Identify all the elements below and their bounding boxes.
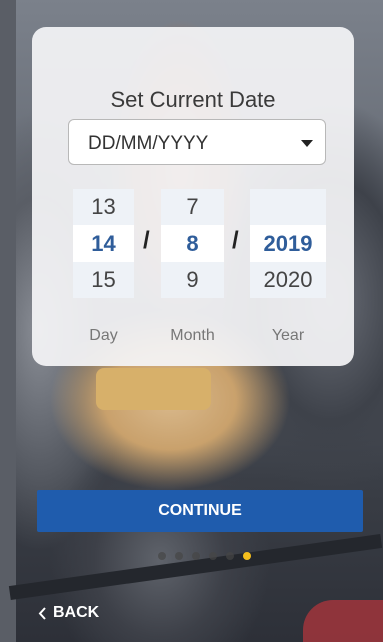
date-format-value: DD/MM/YYYY (88, 133, 209, 154)
pagination-dots (158, 552, 251, 560)
year-wheel[interactable]: 2019 2020 (250, 189, 326, 298)
month-option-above[interactable]: 7 (161, 189, 224, 225)
day-option-below[interactable]: 15 (73, 262, 134, 298)
year-option-below[interactable]: 2020 (250, 262, 326, 298)
month-wheel[interactable]: 7 8 9 (161, 189, 224, 298)
back-button[interactable]: BACK (38, 604, 99, 622)
month-selected[interactable]: 8 (161, 225, 224, 262)
page-dot (192, 552, 200, 560)
date-separator: / (232, 227, 239, 254)
date-format-select[interactable]: DD/MM/YYYY (68, 119, 326, 165)
day-label: Day (89, 327, 118, 344)
chevron-down-icon (301, 140, 313, 147)
continue-button[interactable]: CONTINUE (37, 490, 363, 532)
page-dot-active (243, 552, 251, 560)
month-label: Month (170, 327, 215, 344)
day-wheel[interactable]: 13 14 15 (73, 189, 134, 298)
page-dot (158, 552, 166, 560)
page-dot (175, 552, 183, 560)
page-dot (226, 552, 234, 560)
day-selected[interactable]: 14 (73, 225, 134, 262)
chevron-left-icon (38, 606, 46, 620)
back-label: BACK (53, 604, 100, 621)
day-option-above[interactable]: 13 (73, 189, 134, 225)
date-picker-card: Set Current Date DD/MM/YYYY 13 14 15 / 7… (32, 27, 354, 366)
year-selected[interactable]: 2019 (250, 225, 326, 262)
date-separator: / (143, 227, 150, 254)
year-option-above[interactable] (250, 189, 326, 225)
year-label: Year (271, 327, 305, 344)
page-dot (209, 552, 217, 560)
card-title: Set Current Date (110, 87, 276, 112)
month-option-below[interactable]: 9 (161, 262, 224, 298)
